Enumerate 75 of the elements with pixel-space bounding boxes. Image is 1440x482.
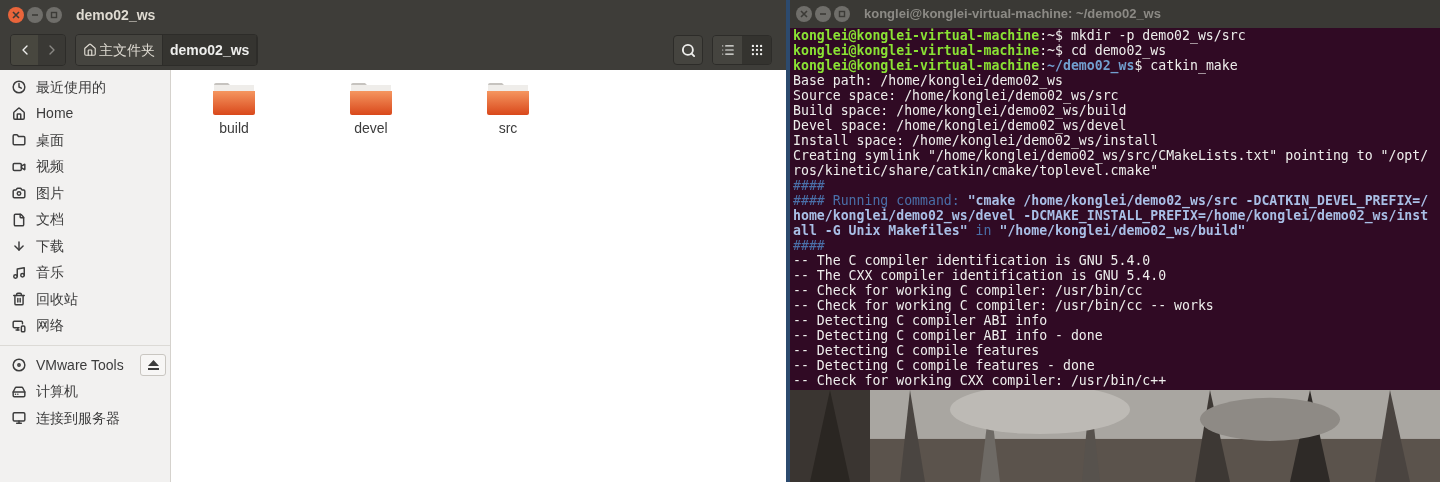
terminal-line: -- Check for working CXX compiler: /usr/bin/c++ — [793, 373, 1168, 388]
terminal-line: Creating symlink "/home/konglei/demo02_ws/src/CMakeLists.txt" pointing to "/opt/ — [793, 148, 1430, 163]
sidebar-item[interactable]: VMware Tools — [12, 354, 140, 376]
trash-icon — [12, 292, 26, 307]
search-icon — [680, 42, 696, 58]
eject-icon — [147, 360, 159, 371]
terminal-line: -- Check for working C compiler: /usr/bin/cc -- works — [793, 298, 1215, 313]
folder-item[interactable]: src — [479, 82, 537, 139]
folder-item[interactable]: build — [205, 82, 263, 139]
sidebar-item[interactable]: 视频 — [12, 156, 166, 178]
music-note-icon — [12, 265, 26, 280]
grid-icon — [749, 43, 764, 57]
close-icon[interactable] — [8, 7, 24, 23]
list-view-button[interactable] — [713, 36, 742, 64]
terminal-line: home/konglei/demo02_ws/devel -DCMAKE_INSTALL_PREFIX=/home/konglei/demo02_ws/inst — [793, 208, 1430, 223]
terminal-line: konglei@konglei-virtual-machine:~$ cd demo02_ws — [793, 43, 1167, 58]
folder-icon — [213, 82, 255, 116]
maximize-icon[interactable] — [46, 7, 62, 23]
terminal-line: -- Detecting C compile features - done — [793, 358, 1096, 373]
drive-icon — [12, 384, 26, 399]
search-button[interactable] — [673, 35, 703, 65]
terminal-line: Source space: /home/konglei/demo02_ws/src — [793, 88, 1119, 103]
home-icon — [83, 43, 97, 57]
sidebar-item[interactable]: 桌面 — [12, 129, 166, 151]
home-icon — [12, 106, 26, 121]
terminal-line: konglei@konglei-virtual-machine:~/demo02_ws$ catkin_make — [793, 58, 1239, 73]
terminal-line: Devel space: /home/konglei/demo02_ws/devel — [793, 118, 1127, 133]
terminal-line: -- The C compiler identification is GNU 5.4.0 — [793, 253, 1152, 268]
terminal-line: Build space: /home/konglei/demo02_ws/build — [793, 103, 1128, 118]
folder-icon — [350, 82, 392, 116]
sidebar-item[interactable]: 回收站 — [12, 288, 166, 310]
path-button[interactable]: 主文件夹 — [76, 35, 163, 65]
terminal-line: -- Detecting C compiler ABI info - done — [793, 328, 1104, 343]
terminal-line: -- Detecting C compiler ABI info — [793, 313, 1049, 328]
terminal-line: Install space: /home/konglei/demo02_ws/install — [793, 133, 1159, 148]
sidebar-item[interactable]: 图片 — [12, 182, 166, 204]
sidebar-item[interactable]: Home — [12, 103, 166, 125]
terminal-line: Base path: /home/konglei/demo02_ws — [793, 73, 1063, 88]
terminal-line: #### Running command: "cmake /home/konglei/demo02_ws/src -DCATKIN_DEVEL_PREFIX=/ — [793, 193, 1430, 208]
sidebar-item[interactable]: 音乐 — [12, 262, 166, 284]
window-title: demo02_ws — [76, 5, 156, 25]
sidebar-item[interactable]: 最近使用的 — [12, 76, 166, 98]
back-button[interactable] — [11, 35, 38, 65]
terminal-line: -- The CXX compiler identification is GNU 5.4.0 — [793, 268, 1168, 283]
grid-view-button[interactable] — [742, 36, 771, 64]
terminal-line: #### — [793, 238, 826, 253]
terminal-line: -- Detecting C compile features — [793, 343, 1041, 358]
down-arrow-icon — [12, 239, 26, 254]
document-icon — [12, 212, 26, 227]
monitor-icon — [12, 411, 26, 426]
sidebar-item[interactable]: 网络 — [12, 315, 166, 337]
eject-button[interactable] — [140, 354, 166, 377]
disc-icon — [12, 358, 26, 373]
sidebar-item[interactable]: 计算机 — [12, 381, 166, 403]
close-icon[interactable] — [796, 6, 812, 22]
minimize-icon[interactable] — [27, 7, 43, 23]
folder-item[interactable]: devel — [342, 82, 400, 139]
window-title: konglei@konglei-virtual-machine: ~/demo02_ws — [864, 5, 1161, 24]
terminal-line: all -G Unix Makefiles" in "/home/konglei/demo02_ws/build" — [793, 223, 1246, 238]
list-icon — [720, 43, 735, 57]
network-icon — [12, 318, 26, 333]
folder-icon — [487, 82, 529, 116]
folder-icon — [12, 133, 26, 148]
sidebar-item[interactable]: 文档 — [12, 209, 166, 231]
sidebar-item[interactable]: 下载 — [12, 235, 166, 257]
terminal-line: ros/kinetic/share/catkin/cmake/toplevel.cmake" — [793, 163, 1159, 178]
terminal-line: -- Check for working C compiler: /usr/bin/cc — [793, 283, 1144, 298]
terminal-line: konglei@konglei-virtual-machine:~$ mkdir -p demo02_ws/src — [793, 28, 1247, 43]
terminal-line: #### — [793, 178, 826, 193]
sidebar-item[interactable]: 连接到服务器 — [12, 407, 166, 429]
maximize-icon[interactable] — [834, 6, 850, 22]
camera-icon — [12, 186, 26, 201]
path-button[interactable]: demo02_ws — [163, 35, 258, 65]
clock-icon — [12, 80, 26, 95]
minimize-icon[interactable] — [815, 6, 831, 22]
